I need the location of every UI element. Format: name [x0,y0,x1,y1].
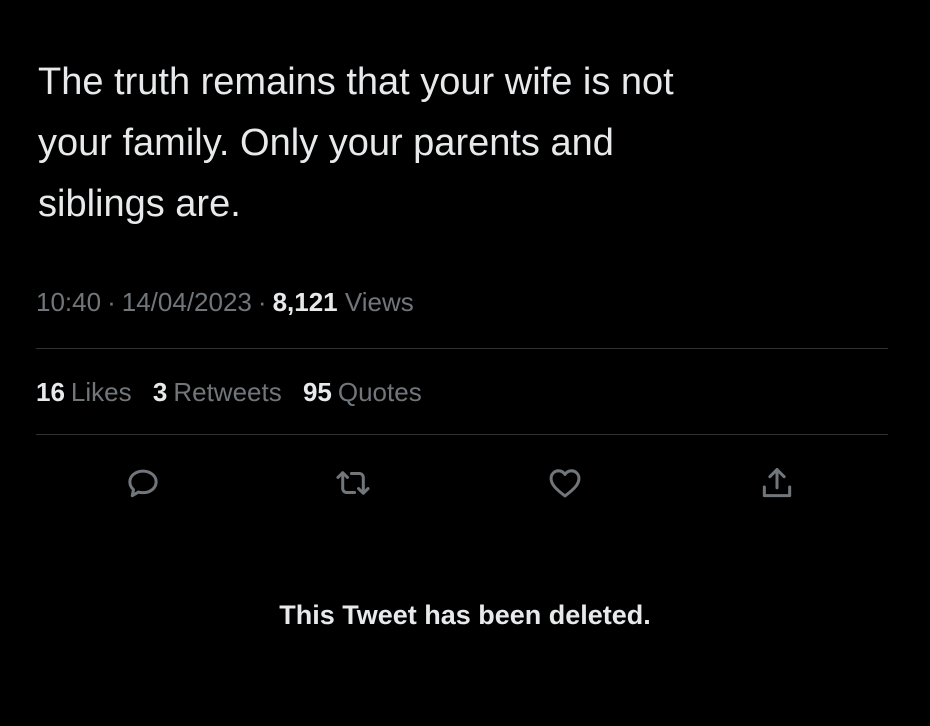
views-count: 8,121 [272,287,338,317]
tweet-text: The truth remains that your wife is not … [38,61,674,225]
like-button[interactable] [544,462,586,504]
retweet-button[interactable] [332,462,374,504]
retweets-label: Retweets [173,377,282,407]
tweet-date[interactable]: 14/04/2023 [122,287,252,317]
heart-icon [549,469,581,498]
share-button[interactable] [756,462,798,504]
retweet-icon [336,471,370,495]
retweets-stat[interactable]: 3 Retweets [153,374,282,410]
deleted-notice: This Tweet has been deleted. [279,600,651,630]
separator: · [257,287,267,317]
quotes-count: 95 [302,377,332,407]
share-icon [762,468,792,498]
tweet-time[interactable]: 10:40 [36,287,101,317]
retweets-count: 3 [152,377,168,407]
quotes-stat[interactable]: 95 Quotes [303,374,422,410]
tweet-metadata: 10:40 · 14/04/2023 · 8,121 Views [36,284,414,320]
likes-label: Likes [70,377,132,407]
quotes-label: Quotes [337,377,422,407]
divider [36,348,888,349]
engagement-stats: 16 Likes 3 Retweets 95 Quotes [36,374,436,410]
reply-icon [128,469,158,498]
likes-count: 16 [36,377,65,407]
divider [36,434,888,435]
separator: · [107,287,116,317]
views-label: Views [344,287,414,317]
likes-stat[interactable]: 16 Likes [36,374,132,410]
reply-button[interactable] [122,462,164,504]
